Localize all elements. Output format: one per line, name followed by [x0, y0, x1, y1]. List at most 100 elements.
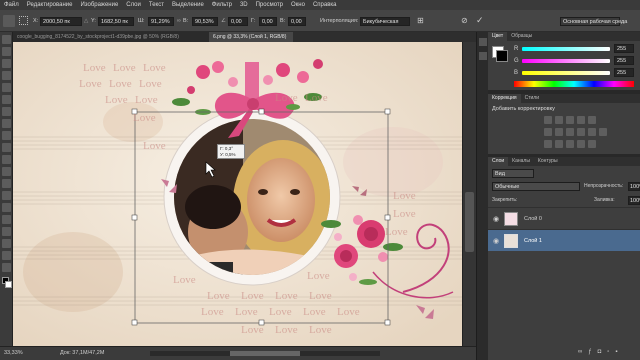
properties-icon[interactable] — [479, 52, 487, 60]
tab-document-2[interactable]: 6.png @ 33,3% (Слой 1, RGB/8) — [209, 32, 293, 42]
blend-mode-select[interactable]: Обычные — [492, 182, 580, 191]
r-field[interactable]: 255 — [614, 44, 634, 53]
workspace-select[interactable]: Основная рабочая среда — [560, 17, 627, 26]
brightness-icon[interactable] — [544, 116, 552, 124]
h-field[interactable]: 90,53% — [192, 17, 218, 26]
layer-name[interactable]: Слой 1 — [524, 238, 542, 244]
r-slider[interactable] — [522, 47, 610, 51]
blur-tool-icon[interactable] — [2, 179, 11, 188]
menu-edit[interactable]: Редактирование — [27, 2, 73, 8]
menu-help[interactable]: Справка — [313, 2, 337, 8]
color-spectrum[interactable] — [514, 81, 634, 87]
tab-styles[interactable]: Стили — [521, 94, 543, 103]
x-field[interactable]: 2000,50 пк — [40, 17, 82, 26]
link-layers-icon[interactable]: ∞ — [578, 349, 582, 355]
chain-icon[interactable]: ∞ — [177, 18, 181, 24]
warp-icon[interactable]: ⊞ — [417, 16, 424, 25]
cancel-transform-icon[interactable]: ⊘ — [461, 16, 468, 25]
pen-tool-icon[interactable] — [2, 203, 11, 212]
menu-select[interactable]: Выделение — [172, 2, 204, 8]
stamp-tool-icon[interactable] — [2, 131, 11, 140]
dodge-tool-icon[interactable] — [2, 191, 11, 200]
tab-swatches[interactable]: Образцы — [507, 32, 536, 41]
menu-window[interactable]: Окно — [291, 2, 305, 8]
menu-view[interactable]: Просмотр — [256, 2, 283, 8]
quick-select-tool-icon[interactable] — [2, 71, 11, 80]
menu-layers[interactable]: Слои — [126, 2, 141, 8]
curves-icon[interactable] — [566, 116, 574, 124]
hand-tool-icon[interactable] — [2, 251, 11, 260]
tab-layers[interactable]: Слои — [488, 157, 509, 166]
channel-mixer-icon[interactable] — [588, 128, 596, 136]
color-lookup-icon[interactable] — [599, 128, 607, 136]
vskew-field[interactable]: 0,00 — [288, 17, 306, 26]
eyedropper-tool-icon[interactable] — [2, 95, 11, 104]
vibrance-icon[interactable] — [588, 116, 596, 124]
shape-tool-icon[interactable] — [2, 239, 11, 248]
background-color-swatch[interactable] — [5, 281, 12, 288]
layer-kind-filter[interactable]: Вид — [492, 169, 534, 178]
brush-tool-icon[interactable] — [2, 119, 11, 128]
eraser-tool-icon[interactable] — [2, 155, 11, 164]
g-field[interactable]: 255 — [614, 56, 634, 65]
menu-file[interactable]: Файл — [4, 2, 19, 8]
threshold-icon[interactable] — [566, 140, 574, 148]
history-icon[interactable] — [479, 38, 487, 46]
lasso-tool-icon[interactable] — [2, 59, 11, 68]
visibility-eye-icon[interactable]: ◉ — [488, 215, 504, 223]
layer-row[interactable]: ◉ Слой 0 — [488, 207, 640, 229]
color-balance-icon[interactable] — [555, 128, 563, 136]
bg-swatch[interactable] — [496, 50, 508, 62]
tab-document-1[interactable]: coogle_bugging_8174522_by_stockproject1-… — [13, 32, 209, 42]
selective-color-icon[interactable] — [588, 140, 596, 148]
reference-point-icon[interactable] — [19, 16, 28, 25]
exposure-icon[interactable] — [577, 116, 585, 124]
interpolation-select[interactable]: Бикубическая — [360, 17, 410, 26]
mask-icon[interactable]: ◘ — [598, 349, 602, 355]
healing-tool-icon[interactable] — [2, 107, 11, 116]
menu-3d[interactable]: 3D — [240, 2, 248, 8]
link-icon[interactable]: △ — [84, 18, 88, 24]
visibility-eye-icon[interactable]: ◉ — [488, 237, 504, 245]
photo-filter-icon[interactable] — [577, 128, 585, 136]
trash-icon[interactable]: ▪ — [615, 349, 617, 355]
zoom-level[interactable]: 33,33% — [4, 350, 23, 356]
layer-name[interactable]: Слой 0 — [524, 216, 542, 222]
tab-adjustments[interactable]: Коррекция — [488, 94, 521, 103]
invert-icon[interactable] — [544, 140, 552, 148]
b-slider[interactable] — [522, 71, 610, 75]
tab-color[interactable]: Цвет — [488, 32, 508, 41]
black-white-icon[interactable] — [566, 128, 574, 136]
h-scroll-thumb[interactable] — [230, 351, 300, 356]
gradient-map-icon[interactable] — [577, 140, 585, 148]
type-tool-icon[interactable] — [2, 215, 11, 224]
menu-image[interactable]: Изображение — [80, 2, 118, 8]
opacity-field[interactable]: 100% — [628, 182, 640, 191]
history-brush-tool-icon[interactable] — [2, 143, 11, 152]
menu-type[interactable]: Текст — [149, 2, 164, 8]
canvas-scrollbar[interactable] — [462, 42, 476, 346]
new-layer-icon[interactable]: ▫ — [607, 349, 609, 355]
move-tool-icon[interactable] — [2, 35, 11, 44]
posterize-icon[interactable] — [555, 140, 563, 148]
marquee-tool-icon[interactable] — [2, 47, 11, 56]
commit-transform-icon[interactable]: ✓ — [476, 15, 484, 26]
menu-filter[interactable]: Фильтр — [212, 2, 232, 8]
fx-icon[interactable]: ƒ — [588, 349, 591, 355]
fill-field[interactable]: 100% — [628, 196, 640, 205]
zoom-tool-icon[interactable] — [2, 263, 11, 272]
hue-saturation-icon[interactable] — [544, 128, 552, 136]
levels-icon[interactable] — [555, 116, 563, 124]
hskew-field[interactable]: 0,00 — [259, 17, 277, 26]
path-select-tool-icon[interactable] — [2, 227, 11, 236]
gradient-tool-icon[interactable] — [2, 167, 11, 176]
tab-channels[interactable]: Каналы — [508, 157, 534, 166]
y-field[interactable]: 1682,50 пк — [98, 17, 134, 26]
document-canvas[interactable]: Love Love Love Love Love Love Love Love … — [13, 42, 462, 346]
angle-field[interactable]: 0,00 — [228, 17, 248, 26]
horizontal-scrollbar[interactable] — [150, 351, 380, 356]
crop-tool-icon[interactable] — [2, 83, 11, 92]
scroll-thumb[interactable] — [465, 192, 474, 252]
b-field[interactable]: 255 — [614, 68, 634, 77]
tab-paths[interactable]: Контуры — [534, 157, 562, 166]
